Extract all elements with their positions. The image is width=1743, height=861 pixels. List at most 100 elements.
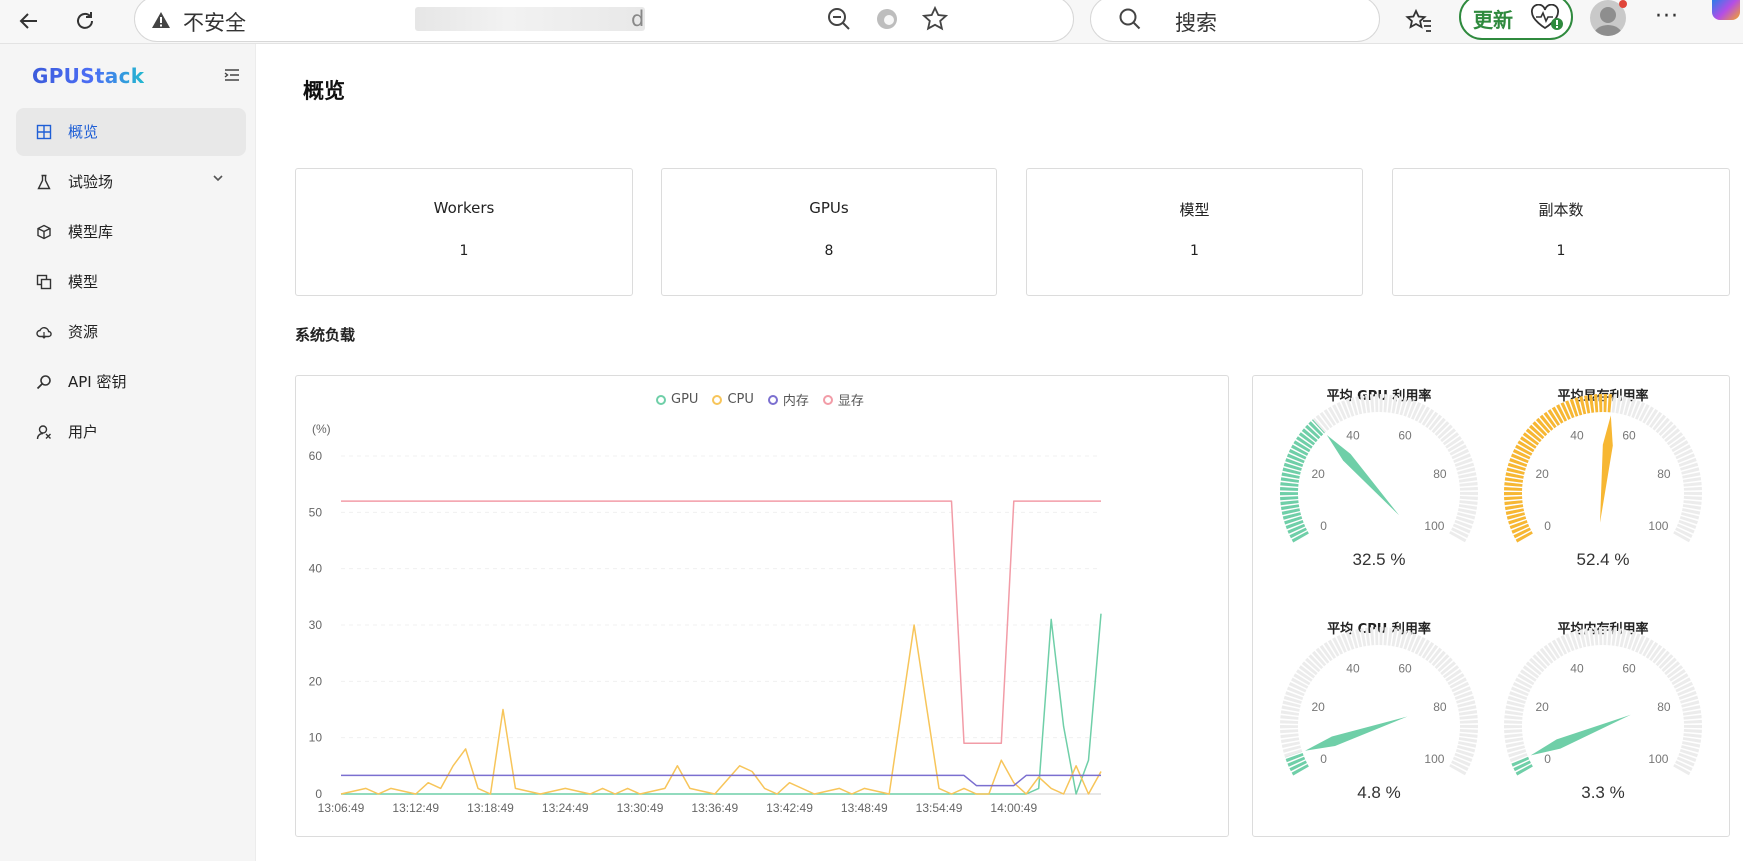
edge-icon[interactable]: [873, 5, 901, 33]
x-tick-label: 13:18:49: [467, 801, 514, 815]
stat-value: 1: [459, 243, 469, 259]
favorites-list-icon[interactable]: [1402, 4, 1436, 38]
x-tick-label: 14:00:49: [990, 801, 1037, 815]
favorite-star-icon[interactable]: [921, 5, 949, 33]
y-tick-label: 10: [309, 731, 323, 745]
sidebar-item-playground[interactable]: 试验场: [16, 158, 246, 206]
sidebar-item-label: API 密钥: [68, 373, 127, 391]
x-tick-label: 13:36:49: [691, 801, 738, 815]
gauge-tick-label: 0: [1320, 752, 1327, 766]
gauge-tick-label: 100: [1648, 519, 1668, 533]
health-icon: [1531, 4, 1563, 30]
y-tick-label: 0: [315, 787, 322, 801]
gauge-tick-label: 100: [1648, 752, 1668, 766]
gauge-tick-label: 100: [1424, 752, 1444, 766]
gauge-tick-label: 60: [1398, 429, 1412, 443]
sidebar-item-label: 资源: [68, 323, 99, 341]
gauge-tick-label: 80: [1433, 700, 1447, 714]
x-tick-label: 13:12:49: [392, 801, 439, 815]
notification-dot: [1619, 0, 1627, 8]
gauge-tick-label: 40: [1570, 429, 1584, 443]
gauge-tick-label: 0: [1320, 519, 1327, 533]
url-tail: d: [631, 7, 645, 31]
sidebar-item-resources[interactable]: 资源: [16, 308, 246, 356]
gauge-tick-label: 60: [1398, 662, 1412, 676]
gpustack-logo[interactable]: GPUStack: [32, 64, 144, 88]
dashboard-icon: [36, 124, 52, 140]
reload-icon[interactable]: [68, 4, 102, 38]
gauge-tick-label: 40: [1346, 429, 1360, 443]
update-button[interactable]: 更新: [1459, 0, 1573, 40]
stat-value: 8: [824, 243, 834, 259]
y-axis-unit: (%): [312, 422, 331, 436]
search-placeholder: 搜索: [1175, 11, 1217, 35]
stat-label: GPUs: [809, 199, 849, 217]
series-line-内存: [341, 774, 1101, 787]
sidebar-item-api-keys[interactable]: API 密钥: [16, 358, 246, 406]
sidebar-item-label: 概览: [68, 123, 99, 141]
gauge-tick-label: 80: [1657, 467, 1671, 481]
series-line-CPU: [340, 624, 1102, 795]
zoom-out-icon[interactable]: [825, 5, 853, 33]
sidebar-item-label: 模型库: [68, 223, 114, 241]
gauge-tick-label: 20: [1535, 467, 1549, 481]
x-tick-label: 13:30:49: [617, 801, 664, 815]
x-tick-label: 13:06:49: [318, 801, 365, 815]
sidebar-item-label: 用户: [68, 423, 99, 441]
url-redacted: [415, 7, 645, 31]
gauge-tick-label: 0: [1544, 519, 1551, 533]
flask-icon: [37, 174, 51, 190]
series-line-显存: [341, 500, 1101, 745]
stat-card-workers: Workers 1: [295, 168, 633, 296]
update-label: 更新: [1473, 8, 1513, 32]
sidebar-item-label: 模型: [68, 273, 99, 291]
gauge-pointer: [1305, 716, 1408, 751]
gauge-tick-label: 20: [1311, 700, 1325, 714]
stat-label: Workers: [433, 199, 495, 217]
warning-icon: [152, 12, 170, 28]
x-tick-label: 13:54:49: [916, 801, 963, 815]
stat-value: 1: [1190, 243, 1199, 259]
stat-card-gpus: GPUs 8: [661, 168, 997, 296]
sidebar-item-models[interactable]: 模型: [16, 258, 246, 306]
gauge-chart-svg: 平均 GPU 利用率02040 608010032.5 %平均显存利用率02040…: [1280, 388, 1702, 802]
insecure-label: 不安全: [183, 11, 246, 35]
search-box[interactable]: 搜索: [1090, 0, 1380, 42]
y-tick-label: 40: [309, 562, 323, 576]
sidebar-item-model-catalog[interactable]: 模型库: [16, 208, 246, 256]
more-menu-icon[interactable]: ···: [1655, 4, 1679, 29]
gauge-tick-label: 0: [1544, 752, 1551, 766]
key-icon: [36, 375, 51, 390]
stat-label: 副本数: [1538, 201, 1584, 219]
stat-card-models: 模型 1: [1026, 168, 1363, 296]
gauge-pointer: [1599, 415, 1613, 523]
gauge-value: 3.3 %: [1581, 783, 1624, 802]
gauge-value: 32.5 %: [1353, 550, 1406, 569]
sidebar-item-label: 试验场: [68, 173, 114, 191]
copilot-icon[interactable]: [1712, 0, 1740, 20]
copy-icon: [36, 274, 52, 290]
gauge-value: 52.4 %: [1577, 550, 1630, 569]
y-tick-label: 50: [309, 505, 323, 519]
system-load-chart: GPU CPU 内存 显存 (%) 0 10 20 30 40 50 60 13:06:49 13…: [295, 375, 1229, 837]
address-bar[interactable]: 不安全 d: [134, 0, 1074, 42]
sidebar-item-users[interactable]: 用户: [16, 408, 246, 456]
y-tick-label: 20: [309, 674, 323, 688]
gauge-tick-label: 60: [1622, 429, 1636, 443]
section-title: 系统负载: [295, 326, 356, 344]
search-icon: [1119, 8, 1141, 30]
user-icon: [36, 425, 51, 440]
x-tick-label: 13:24:49: [542, 801, 589, 815]
stat-value: 1: [1556, 243, 1566, 259]
gauge-tick-label: 80: [1657, 700, 1671, 714]
gauge-tick-label: 40: [1346, 662, 1360, 676]
line-chart-svg: (%) 0 10 20 30 40 50 60 13:06:49 13:12:49 13:18:49…: [309, 422, 1102, 815]
chevron-down-icon[interactable]: [212, 172, 224, 184]
back-icon[interactable]: [12, 4, 46, 38]
gauge-tick-label: 20: [1535, 700, 1549, 714]
page-title: 概览: [303, 79, 345, 103]
gauge-tick-label: 80: [1433, 467, 1447, 481]
sidebar-item-overview[interactable]: 概览: [16, 108, 246, 156]
collapse-menu-icon[interactable]: [224, 68, 240, 82]
x-tick-label: 13:48:49: [841, 801, 888, 815]
